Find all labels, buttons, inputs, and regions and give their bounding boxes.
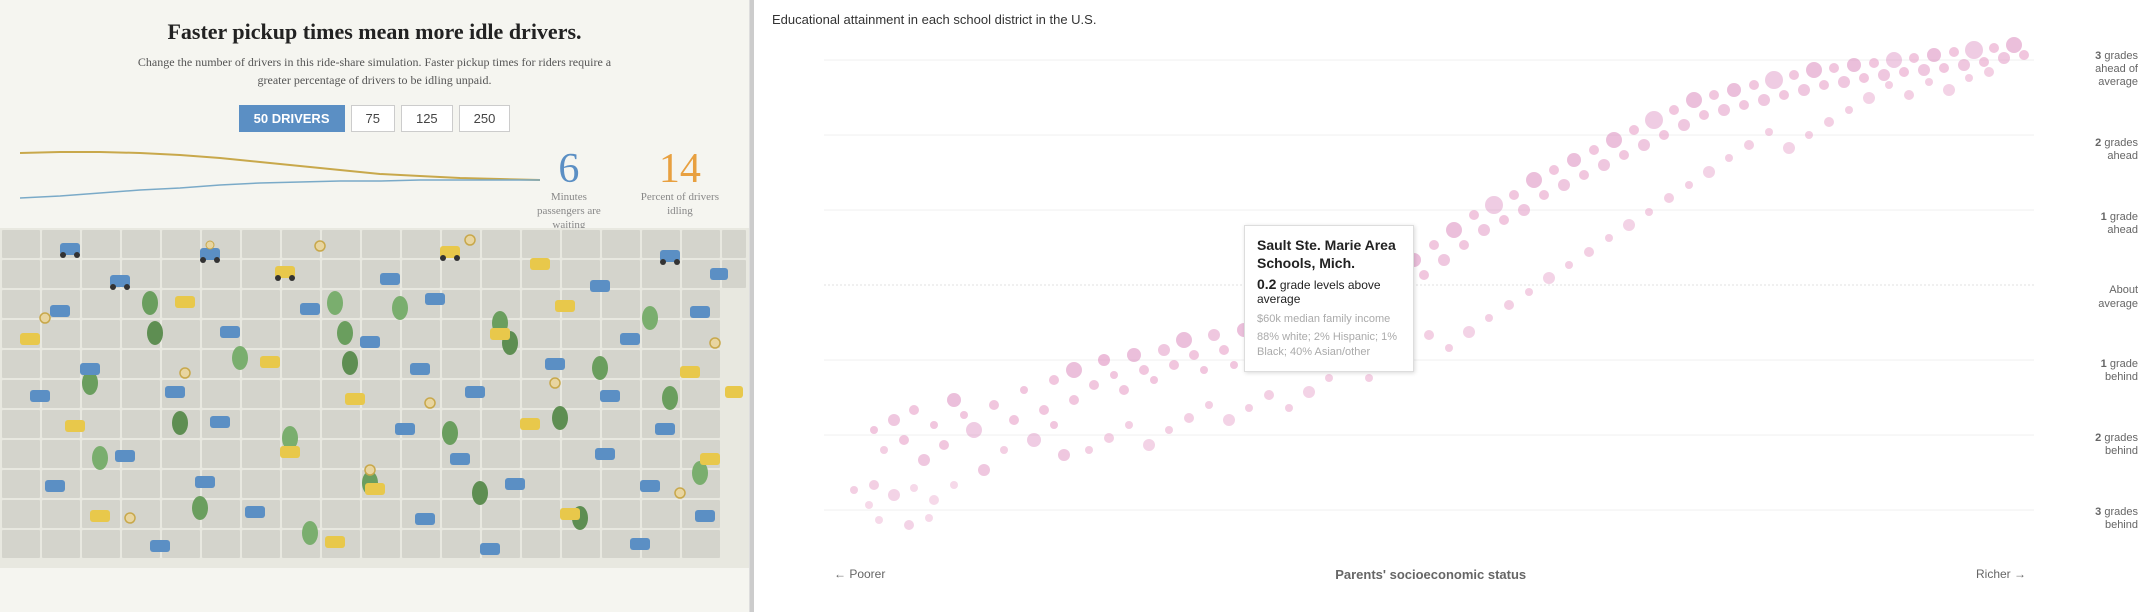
- driver-btn-50[interactable]: 50 DRIVERS: [239, 105, 345, 132]
- y-label-2-behind: 2 gradesbehind: [2095, 432, 2138, 458]
- stat-percent: 14 Percent of driversidling: [641, 148, 719, 233]
- left-panel: Faster pickup times mean more idle drive…: [0, 0, 750, 612]
- right-panel-title: Educational attainment in each school di…: [754, 0, 2146, 27]
- tooltip-detail-race: 88% white; 2% Hispanic; 1% Black; 40% As…: [1257, 330, 1401, 361]
- y-label-2-ahead: 2 gradesahead: [2095, 137, 2138, 163]
- left-header: Faster pickup times mean more idle drive…: [98, 0, 651, 95]
- tooltip-detail-income: $60k median family income: [1257, 312, 1401, 327]
- stat-percent-value: 14: [659, 148, 701, 190]
- right-panel: Educational attainment in each school di…: [754, 0, 2146, 612]
- x-label-richer: Richer →: [1976, 567, 2026, 582]
- scatter-svg: [754, 30, 2134, 578]
- driver-btn-250[interactable]: 250: [459, 105, 511, 132]
- driver-btn-75[interactable]: 75: [351, 105, 395, 132]
- y-axis-labels: 3 gradesahead ofaverage 2 gradesahead 1 …: [2095, 30, 2138, 552]
- x-axis-title: Parents' socioeconomic status: [1335, 567, 1526, 582]
- city-area: [0, 228, 750, 612]
- line-chart: [20, 138, 540, 208]
- left-title: Faster pickup times mean more idle drive…: [138, 18, 611, 47]
- stat-minutes-label: Minutespassengers arewaiting: [537, 190, 601, 233]
- tooltip: Sault Ste. Marie Area Schools, Mich. 0.2…: [1244, 225, 1414, 372]
- left-subtitle: Change the number of drivers in this rid…: [138, 53, 611, 89]
- chart-container: 6 Minutespassengers arewaiting 14 Percen…: [0, 138, 749, 228]
- y-label-3-ahead: 3 gradesahead ofaverage: [2095, 50, 2138, 90]
- y-label-1-ahead: 1 gradeahead: [2095, 211, 2138, 237]
- stat-minutes-value: 6: [558, 148, 579, 190]
- stat-minutes: 6 Minutespassengers arewaiting: [537, 148, 601, 233]
- y-label-3-behind: 3 gradesbehind: [2095, 506, 2138, 532]
- tooltip-school-name: Sault Ste. Marie Area Schools, Mich.: [1257, 236, 1401, 272]
- y-label-about-average: Aboutaverage: [2095, 284, 2138, 310]
- x-label-poorer: ← Poorer: [834, 567, 885, 582]
- tooltip-grade: 0.2 grade levels above average: [1257, 276, 1401, 306]
- stat-percent-label: Percent of driversidling: [641, 190, 719, 219]
- scatter-plot-area: Sault Ste. Marie Area Schools, Mich. 0.2…: [754, 30, 2146, 582]
- stats-row: 6 Minutespassengers arewaiting 14 Percen…: [537, 148, 719, 233]
- driver-buttons: 50 DRIVERS 75 125 250: [239, 105, 511, 132]
- driver-btn-125[interactable]: 125: [401, 105, 453, 132]
- city-svg: [0, 228, 750, 568]
- x-axis-labels: ← Poorer Parents' socioeconomic status R…: [834, 567, 2026, 582]
- y-label-1-behind: 1 gradebehind: [2095, 358, 2138, 384]
